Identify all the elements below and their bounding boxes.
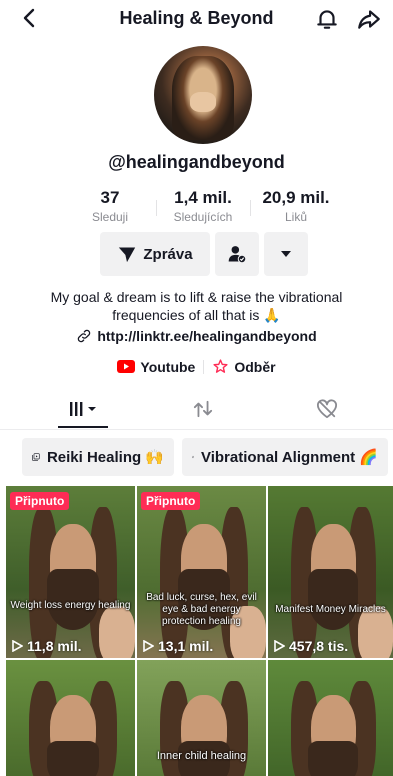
tab-videos[interactable] — [60, 398, 106, 420]
play-icon — [12, 640, 23, 652]
stat-following-label: Sleduji — [91, 210, 129, 224]
user-check-icon — [228, 246, 247, 264]
video-thumbnail[interactable]: Inner child healing — [137, 660, 266, 776]
playlist-label: Vibrational Alignment 🌈 — [200, 449, 378, 466]
subscription-link-label: Odběr — [234, 358, 276, 375]
liked-hidden-icon — [316, 399, 337, 419]
video-caption: Weight loss energy healing — [10, 600, 131, 611]
playlist-icon — [32, 453, 40, 461]
playlists-row: Reiki Healing 🙌 Vibrational Alignment 🌈 — [0, 438, 393, 478]
video-caption: Bad luck, curse, hex, evil eye & bad ene… — [146, 592, 257, 627]
video-thumbnail[interactable] — [268, 660, 393, 776]
tab-liked[interactable] — [312, 398, 342, 420]
pinned-badge: Připnuto — [141, 492, 201, 510]
grid-icon — [70, 402, 96, 416]
video-thumbnail[interactable]: Připnuto Weight loss energy healing 11,8… — [6, 486, 135, 658]
youtube-link[interactable]: Youtube — [117, 359, 195, 375]
subscription-icon — [213, 359, 228, 373]
video-thumbnail[interactable]: Připnuto Bad luck, curse, hex, evil eye … — [137, 486, 266, 658]
view-count: 457,8 tis. — [274, 638, 348, 654]
stat-followers[interactable]: 1,4 mil. Sledujících — [160, 188, 246, 224]
more-options-dropdown[interactable] — [264, 232, 308, 276]
message-button-label: Zpráva — [143, 245, 193, 263]
share-icon[interactable] — [356, 6, 382, 32]
social-links: Youtube Odběr — [0, 358, 393, 375]
video-thumbnail[interactable]: Manifest Money Miracles 457,8 tis. — [268, 486, 393, 658]
video-caption: Inner child healing — [156, 750, 247, 762]
video-grid: Připnuto Weight loss energy healing 11,8… — [6, 486, 393, 776]
youtube-icon — [117, 360, 136, 373]
repost-icon — [193, 400, 213, 418]
stat-likes-label: Liků — [284, 210, 307, 224]
play-icon — [274, 640, 285, 652]
play-icon — [143, 640, 154, 652]
video-thumbnail[interactable] — [6, 660, 135, 776]
video-caption: Manifest Money Miracles — [275, 604, 386, 615]
profile-stats: 37 Sleduji 1,4 mil. Sledujících 20,9 mil… — [0, 188, 393, 228]
stat-likes[interactable]: 20,9 mil. Liků — [260, 188, 332, 224]
tab-active-indicator — [58, 426, 108, 428]
content-tabs — [0, 388, 393, 430]
stat-likes-value: 20,9 mil. — [262, 188, 330, 207]
playlist-icon — [192, 456, 194, 458]
stat-following[interactable]: 37 Sleduji — [80, 188, 140, 224]
tab-reposts[interactable] — [188, 398, 218, 420]
playlist-reiki-healing[interactable]: Reiki Healing 🙌 — [22, 438, 174, 476]
stat-followers-label: Sledujících — [173, 210, 233, 224]
view-count: 11,8 mil. — [12, 638, 81, 654]
stat-divider — [156, 200, 157, 216]
caret-down-icon — [281, 251, 291, 257]
username-handle: @healingandbeyond — [108, 152, 285, 172]
send-icon — [119, 247, 136, 263]
link-icon — [78, 329, 91, 343]
following-status-button[interactable] — [215, 232, 259, 276]
view-count-text: 11,8 mil. — [27, 638, 82, 654]
view-count: 13,1 mil. — [143, 638, 213, 654]
view-count-text: 457,8 tis. — [289, 638, 349, 654]
message-button[interactable]: Zpráva — [100, 232, 210, 276]
playlist-label: Reiki Healing 🙌 — [46, 449, 164, 466]
youtube-link-label: Youtube — [140, 358, 196, 375]
pinned-badge: Připnuto — [10, 492, 70, 510]
bell-icon[interactable] — [314, 6, 340, 32]
avatar[interactable] — [154, 46, 252, 144]
playlist-vibrational-alignment[interactable]: Vibrational Alignment 🌈 — [182, 438, 388, 476]
bio-text: My goal & dream is to lift & raise the v… — [50, 289, 343, 323]
avatar-hands — [190, 92, 216, 112]
stat-following-value: 37 — [100, 188, 120, 207]
stat-followers-value: 1,4 mil. — [174, 188, 232, 207]
social-separator — [203, 359, 205, 374]
subscription-link[interactable]: Odběr — [212, 358, 276, 375]
profile-link-text: http://linktr.ee/healingandbeyond — [97, 328, 317, 344]
top-bar: Healing & Beyond — [0, 0, 393, 36]
view-count-text: 13,1 mil. — [158, 638, 214, 654]
profile-link[interactable]: http://linktr.ee/healingandbeyond — [0, 328, 393, 344]
stat-divider — [250, 200, 251, 216]
